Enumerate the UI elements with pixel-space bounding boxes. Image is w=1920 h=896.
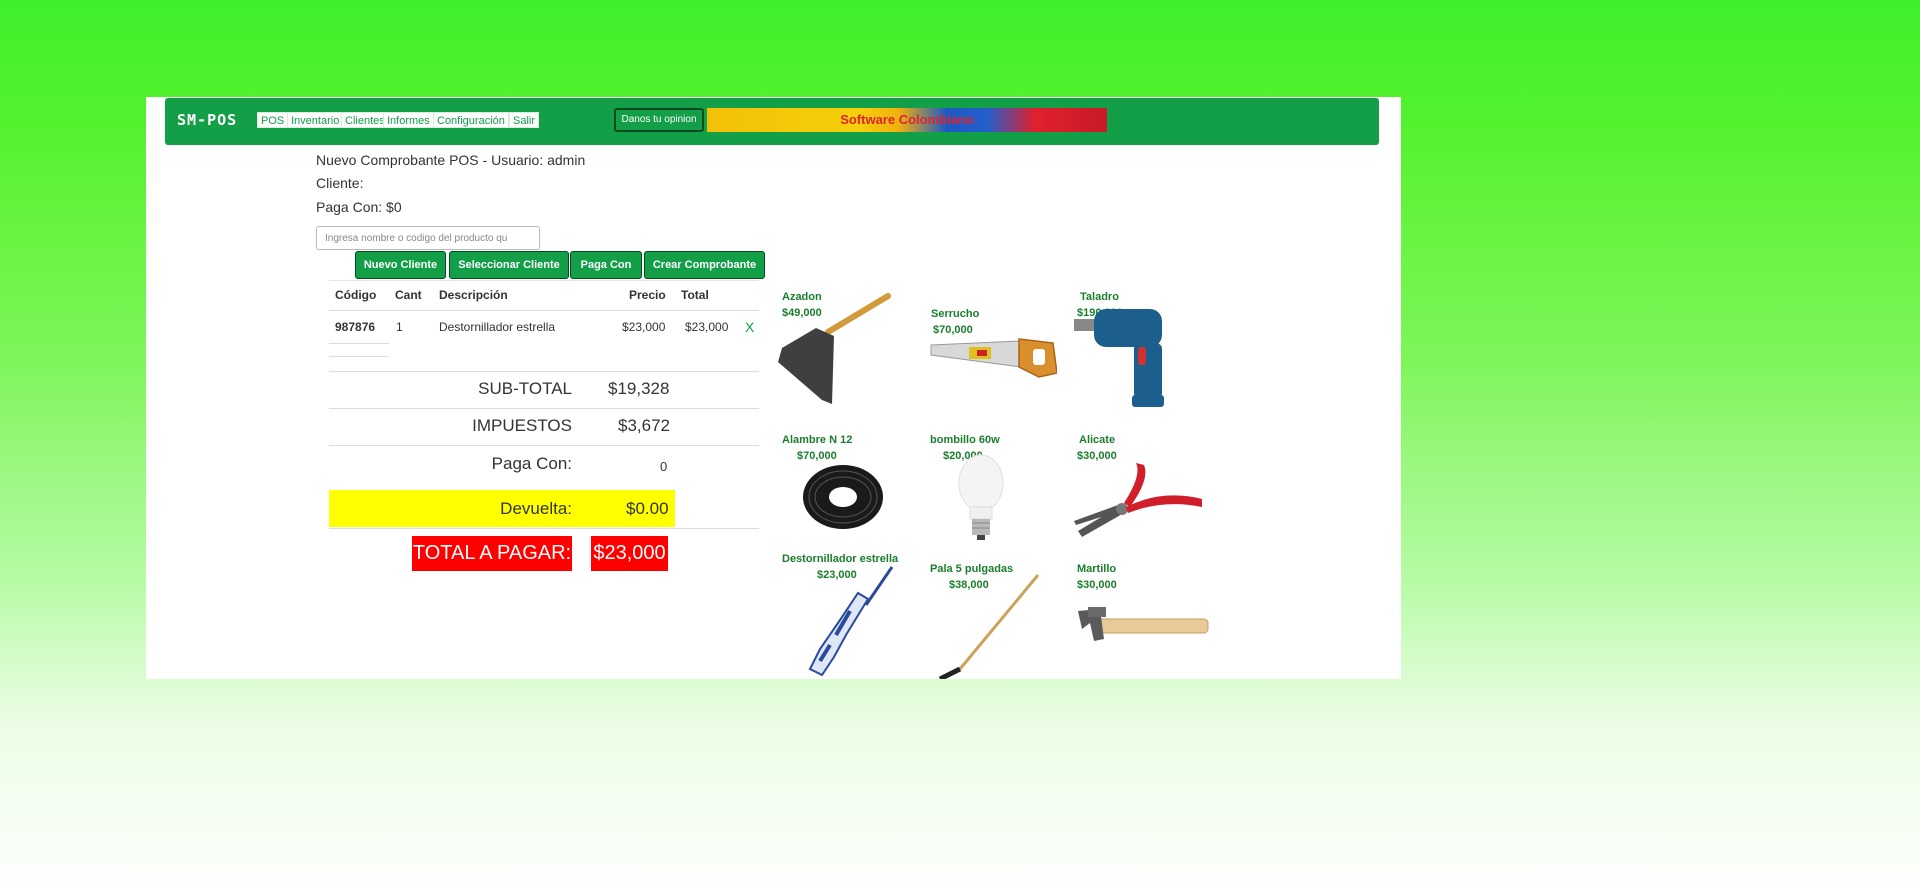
pos-window: SM-POS POS Inventario Clientes Informes …: [146, 97, 1401, 679]
product-name: Alambre N 12: [782, 434, 853, 446]
table-top-border: [329, 280, 759, 281]
brand-logo[interactable]: SM-POS: [177, 111, 237, 129]
wire-coil-icon: [803, 465, 883, 529]
paid-value: 0: [660, 459, 668, 474]
totals-divider: [329, 445, 759, 446]
subtotal-value: $19,328: [608, 379, 670, 398]
page-title: Nuevo Comprobante POS - Usuario: admin: [316, 152, 586, 168]
col-header-total: Total: [681, 288, 709, 302]
pays-with-label: Paga Con: $0: [316, 199, 402, 215]
tax-value: $3,672: [618, 416, 670, 435]
product-price: $30,000: [1077, 450, 1117, 462]
product-price: $70,000: [797, 450, 837, 462]
light-bulb-icon: [958, 454, 1004, 540]
row-total: $23,000: [685, 320, 729, 334]
pliers-icon: [1074, 463, 1202, 537]
nav-informes[interactable]: Informes: [383, 112, 434, 128]
col-header-qty: Cant: [395, 288, 422, 302]
col-header-code: Código: [335, 288, 377, 302]
row-qty: 1: [396, 320, 403, 334]
colombian-software-banner[interactable]: Software Colombiano: [707, 108, 1107, 132]
table-header-border: [329, 310, 759, 311]
total-to-pay-label: TOTAL A PAGAR:: [412, 536, 572, 571]
product-search-input[interactable]: [316, 226, 540, 250]
feedback-button[interactable]: Danos tu opinion: [614, 108, 704, 132]
paid-label: Paga Con:: [491, 454, 572, 473]
row-price: $23,000: [622, 320, 666, 334]
change-value: $0.00: [626, 499, 669, 518]
col-header-price: Precio: [629, 288, 666, 302]
nav-clientes[interactable]: Clientes: [341, 112, 389, 128]
totals-divider: [329, 408, 759, 409]
shovel-icon: [938, 574, 1040, 679]
select-client-button[interactable]: Seleccionar Cliente: [449, 251, 569, 279]
nav-configuracion[interactable]: Configuración: [433, 112, 509, 128]
nav-pos[interactable]: POS: [257, 112, 289, 128]
product-name: Serrucho: [931, 308, 980, 320]
col-header-desc: Descripción: [439, 288, 508, 302]
product-price: $30,000: [1077, 579, 1117, 591]
product-price: $70,000: [933, 324, 973, 336]
pays-with-button[interactable]: Paga Con: [570, 251, 642, 279]
tax-label: IMPUESTOS: [472, 416, 572, 435]
nav-inventario[interactable]: Inventario: [287, 112, 344, 128]
create-receipt-button[interactable]: Crear Comprobante: [644, 251, 765, 279]
new-client-button[interactable]: Nuevo Cliente: [355, 251, 446, 279]
nav-salir[interactable]: Salir: [509, 112, 540, 128]
subtotal-label: SUB-TOTAL: [478, 379, 572, 398]
row-divider: [329, 343, 389, 344]
change-label: Devuelta:: [500, 499, 572, 518]
totals-divider: [329, 371, 759, 372]
top-navbar: SM-POS POS Inventario Clientes Informes …: [165, 98, 1379, 145]
product-name: Martillo: [1077, 563, 1117, 575]
totals-divider: [329, 528, 759, 529]
product-name: bombillo 60w: [930, 434, 1000, 446]
saw-icon: [930, 338, 1057, 378]
product-name: Destornillador estrella: [782, 553, 899, 565]
drill-icon: [1074, 309, 1164, 407]
row-divider: [329, 356, 389, 357]
remove-item-button[interactable]: X: [745, 319, 754, 335]
total-to-pay-value: $23,000: [591, 536, 668, 571]
row-code: 987876: [335, 320, 376, 334]
product-name: Alicate: [1079, 434, 1116, 446]
row-desc: Destornillador estrella: [439, 320, 556, 334]
hoe-icon: [778, 293, 891, 404]
screwdriver-icon: [808, 566, 894, 677]
hammer-icon: [1078, 607, 1209, 641]
client-label: Cliente:: [316, 175, 364, 191]
